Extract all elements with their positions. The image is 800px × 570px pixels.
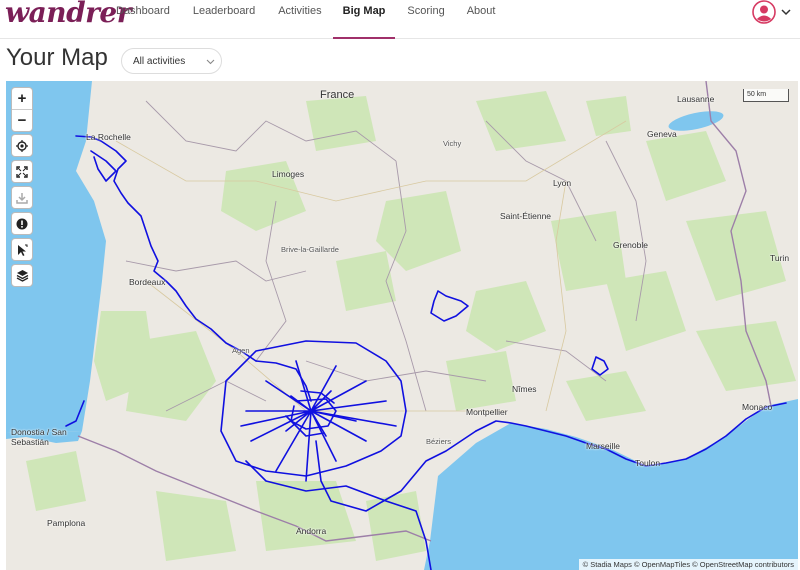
zoom-out-button[interactable]: − [12,109,32,131]
city-label: Marseille [586,441,621,451]
fullscreen-control [11,160,33,183]
wandrer-logo[interactable]: wandrer [5,0,132,29]
route-alps-loop [591,356,609,376]
city-label: Geneva [647,129,677,139]
page-title: Your Map [6,44,108,71]
chevron-down-icon[interactable] [781,7,791,17]
profile-menu[interactable] [749,0,793,26]
nav-big-map[interactable]: Big Map [332,0,396,39]
city-label: Montpellier [466,407,508,417]
city-label: Béziers [426,437,452,446]
info-icon [16,218,28,229]
city-label: Monaco [742,402,773,412]
select-area-control [11,238,33,261]
route-la-rochelle-loop [90,150,117,182]
layers-button[interactable] [12,265,32,286]
chevron-down-icon [206,59,215,65]
layers-control [11,264,33,287]
big-map[interactable]: France La Rochelle Limoges Vichy Lyon Ge… [6,81,798,570]
download-control [11,186,33,209]
select-area-icon [18,244,28,256]
city-label: Donostia / San Sebastián [11,427,67,447]
city-label: Toulon [635,458,661,468]
activity-routes [65,135,787,570]
map-scale: 50 km [743,89,789,102]
activity-filter-value: All activities [133,56,186,67]
city-label: Brive-la-Gaillarde [281,245,339,254]
locate-control [11,134,33,157]
city-label: Grenoble [613,240,648,250]
city-label: Lyon [553,178,572,188]
city-label: La Rochelle [86,132,131,142]
country-label-france: France [320,89,355,101]
locate-button[interactable] [12,135,32,156]
main-nav: Dashboard Leaderboard Activities Big Map… [116,0,496,39]
city-label: Bordeaux [129,277,166,287]
map-attribution[interactable]: © Stadia Maps © OpenMapTiles © OpenStree… [578,559,798,570]
info-control [11,212,33,235]
city-label: Andorra [296,526,327,536]
locate-icon [16,139,28,152]
city-label: Vichy [443,139,462,148]
nav-scoring[interactable]: Scoring [407,0,444,38]
download-button[interactable] [12,187,32,208]
city-label: Pamplona [47,518,86,528]
zoom-control: + − [11,87,33,132]
route-mediterranean-coast [475,402,787,467]
nav-dashboard[interactable]: Dashboard [116,0,170,38]
activity-filter-select[interactable]: All activities [121,48,222,74]
city-label: Lausanne [677,94,715,104]
nav-about[interactable]: About [467,0,496,38]
user-icon[interactable] [752,0,776,24]
top-navbar: wandrer Dashboard Leaderboard Activities… [0,0,800,39]
select-area-button[interactable] [12,239,32,260]
fullscreen-icon [16,165,28,178]
route-atlantic-coast [75,135,257,362]
nav-activities[interactable]: Activities [278,0,321,38]
layers-icon [16,270,28,282]
route-pyrenees [245,460,432,570]
city-label: Agen [232,346,250,355]
city-label: Limoges [272,169,305,179]
city-label: Saint-Étienne [500,211,552,221]
info-button[interactable] [12,213,32,234]
city-label: Nîmes [512,384,537,394]
fullscreen-button[interactable] [12,161,32,182]
route-southward [315,430,477,512]
zoom-in-button[interactable]: + [12,88,32,109]
city-label: Turin [770,253,790,263]
nav-leaderboard[interactable]: Leaderboard [193,0,255,38]
route-cevennes-loop [430,290,469,322]
route-san-sebastian [65,400,85,427]
download-icon [16,192,28,204]
